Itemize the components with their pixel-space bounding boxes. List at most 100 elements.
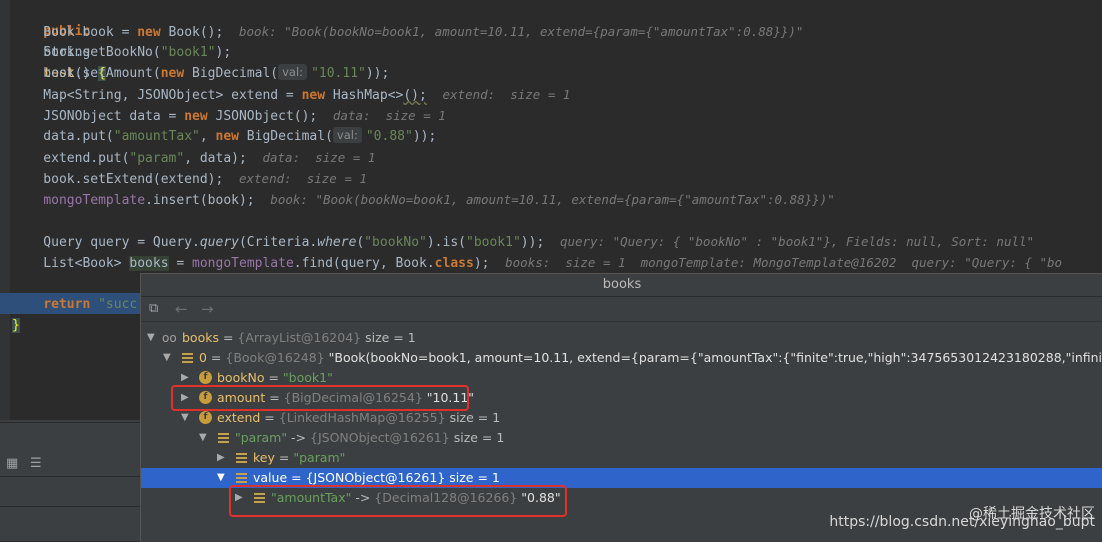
code-line-6[interactable]: JSONObject data = new JSONObject(); data… [12, 105, 446, 126]
code-token: Book book = [12, 25, 138, 40]
var-ref: {LinkedHashMap@16255} [278, 410, 446, 425]
parameter-hint: val: [278, 64, 308, 80]
equals-sign: = [268, 370, 279, 385]
code-line-13[interactable]: return "succ [12, 294, 137, 315]
expand-down-icon[interactable]: ▼ [199, 428, 207, 448]
expand-down-icon[interactable]: ▼ [217, 468, 225, 488]
keyword: new [160, 66, 185, 81]
expand-down-icon[interactable]: ▼ [181, 408, 189, 428]
inline-debug-value: data: size = 1 [332, 108, 446, 123]
layout-icon[interactable]: ☰ [30, 456, 42, 471]
keyword: new [137, 25, 161, 40]
field-name: mongoTemplate [43, 193, 146, 208]
expand-right-icon[interactable]: ▶ [217, 448, 225, 468]
inline-debug-value: extend: size = 1 [238, 171, 367, 186]
tree-row-param-entry[interactable]: ▼ "param" -> {JSONObject@16261} size = 1 [141, 428, 1102, 448]
code-token: book.setExtend(extend); [12, 172, 224, 187]
var-name: extend [217, 410, 261, 425]
var-size: size = 1 [453, 430, 505, 445]
var-value: "Book(bookNo=book1, amount=10.11, extend… [328, 350, 1102, 365]
code-line-11[interactable]: Query query = Query.query(Criteria.where… [12, 231, 1034, 252]
string-literal: "0.88" [365, 129, 413, 144]
keyword: new [184, 109, 208, 124]
code-line-8[interactable]: extend.put("param", data); data: size = … [12, 147, 375, 168]
string-literal: "amountTax" [113, 129, 200, 144]
inline-debug-value: books: size = 1 mongoTemplate: MongoTemp… [505, 255, 1063, 270]
code-token: ).is( [426, 235, 466, 250]
var-value: "book1" [282, 370, 333, 385]
var-value: "param" [293, 450, 346, 465]
static-method: query [199, 235, 239, 250]
code-token: book.setAmount( [12, 66, 161, 81]
tree-row-extend[interactable]: ▼ f extend = {LinkedHashMap@16255} size … [141, 408, 1102, 428]
code-token: extend.put( [12, 151, 130, 166]
code-token: HashMap<> [325, 88, 404, 103]
string-literal: "succ [98, 297, 138, 312]
code-token: book.setBookNo( [12, 45, 161, 60]
brace: } [12, 318, 20, 333]
tool-window-panel: ▦ ☰ [0, 420, 142, 541]
field-icon: f [199, 371, 212, 384]
string-literal: "book1" [160, 45, 216, 60]
var-ref: {JSONObject@16261} [305, 470, 446, 485]
tree-row-key[interactable]: ▶ key = "param" [141, 448, 1102, 468]
map-entry-icon [217, 431, 230, 444]
code-line-2[interactable]: Book book = new Book(); book: "Book(book… [12, 21, 803, 42]
add-watch-icon[interactable]: ⧉ [149, 301, 158, 316]
keyword: new [215, 129, 239, 144]
code-token: ); [215, 45, 232, 60]
code-token: .find(query, Book. [293, 256, 435, 271]
expand-down-icon[interactable]: ▼ [163, 348, 171, 368]
annotation-box-amount [171, 385, 469, 411]
code-token: .insert(book); [145, 193, 255, 208]
map-key: "param" [235, 430, 288, 445]
popup-toolbar: ⧉ ← → [141, 297, 1102, 322]
var-name: books [182, 330, 219, 345]
var-name: key [253, 450, 275, 465]
field-name: mongoTemplate [192, 256, 294, 271]
code-token: (Criteria. [238, 235, 318, 250]
grid-icon[interactable]: ▦ [6, 456, 18, 471]
code-token: , data); [184, 151, 247, 166]
string-literal: "param" [129, 151, 185, 166]
code-token: )); [520, 235, 545, 250]
code-line-5[interactable]: Map<String, JSONObject> extend = new Has… [12, 84, 570, 105]
list-item-icon [181, 351, 194, 364]
code-token: ); [473, 256, 490, 271]
parameter-hint: val: [332, 127, 362, 143]
list-item-icon [235, 471, 248, 484]
arrow-right-icon[interactable]: → [201, 300, 214, 318]
equals-sign: = [278, 450, 290, 465]
code-line-9[interactable]: book.setExtend(extend); extend: size = 1 [12, 168, 367, 189]
var-size: size = 1 [365, 330, 416, 345]
inline-debug-value: query: "Query: { "bookNo" : "book1"}, Fi… [559, 234, 1035, 249]
code-line-14[interactable]: } [12, 315, 20, 336]
code-line-12[interactable]: List<Book> books = mongoTemplate.find(qu… [12, 252, 1062, 273]
code-line-4[interactable]: book.setAmount(new BigDecimal(val: "10.11… [12, 63, 389, 84]
code-token: Map<String, JSONObject> extend = [12, 88, 302, 103]
code-token: = [168, 256, 193, 271]
debug-evaluate-popup[interactable]: books ⧉ ← → ▼ oo books = {ArrayList@1620… [140, 273, 1102, 542]
tree-row-books[interactable]: ▼ oo books = {ArrayList@16204} size = 1 [141, 328, 1102, 348]
var-ref: {ArrayList@16204} [237, 330, 362, 345]
var-size: size = 1 [449, 410, 501, 425]
variable-books[interactable]: books [129, 256, 169, 271]
code-line-10[interactable]: mongoTemplate.insert(book); book: "Book(… [12, 189, 834, 210]
code-token: )); [365, 66, 390, 81]
code-token: BigDecimal( [184, 66, 279, 81]
code-token: Query query = Query. [12, 235, 200, 250]
code-line-3[interactable]: book.setBookNo("book1"); [12, 42, 231, 63]
code-token: BigDecimal( [238, 129, 333, 144]
string-literal: "bookNo" [364, 235, 427, 250]
tree-row-book-0[interactable]: ▼ 0 = {Book@16248} "Book(bookNo=book1, a… [141, 348, 1102, 368]
keyword: new [301, 88, 326, 103]
var-ref: {Book@16248} [225, 350, 325, 365]
code-line-1[interactable]: public String test() { [12, 0, 106, 81]
code-token: List<Book> [12, 256, 130, 271]
code-token: )); [412, 129, 437, 144]
expand-down-icon[interactable]: ▼ [147, 328, 155, 348]
code-line-7[interactable]: data.put("amountTax", new BigDecimal(val… [12, 126, 436, 147]
code-token: Book(); [160, 25, 224, 40]
arrow-left-icon[interactable]: ← [175, 300, 188, 318]
var-ref: {JSONObject@16261} [310, 430, 450, 445]
